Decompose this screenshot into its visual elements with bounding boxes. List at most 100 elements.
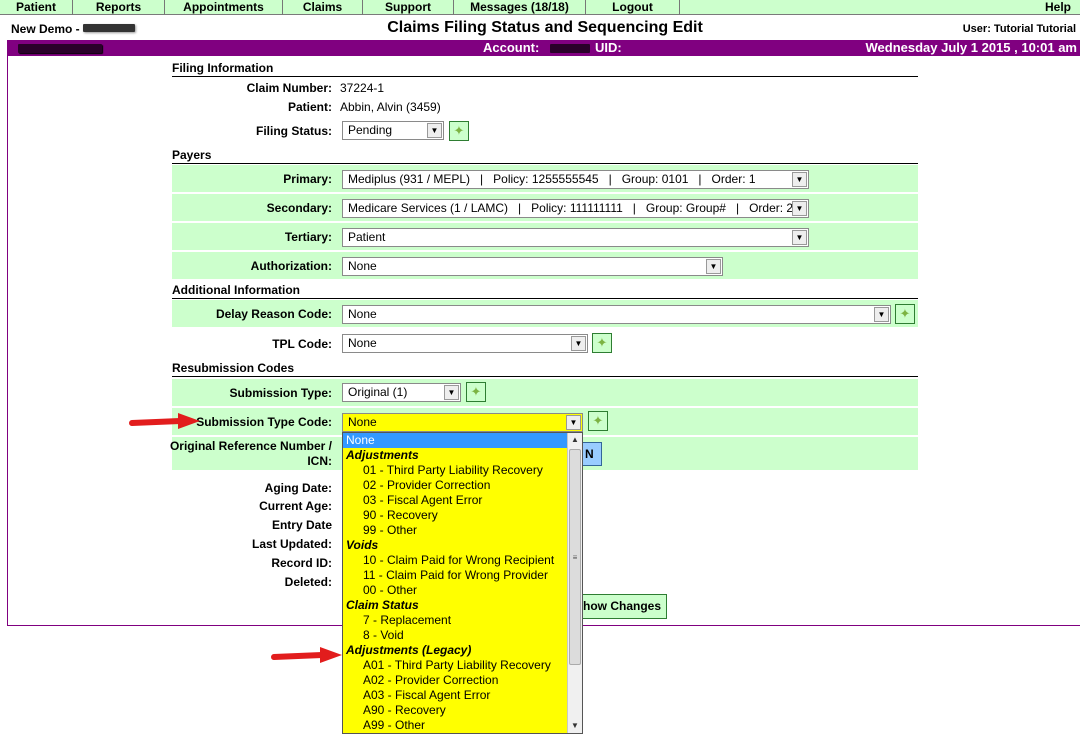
dropdown-group-label: Adjustments: [346, 448, 419, 462]
chevron-down-icon: ▼: [571, 336, 586, 351]
scroll-down-icon[interactable]: ▼: [568, 719, 582, 733]
icn-button[interactable]: N: [582, 442, 602, 466]
scroll-up-icon[interactable]: ▲: [568, 433, 582, 447]
section-resubmission-heading: Resubmission Codes: [172, 358, 918, 377]
filing-status-value: Pending: [348, 123, 393, 137]
chevron-down-icon: ▼: [566, 415, 581, 430]
dropdown-option[interactable]: None: [343, 433, 582, 448]
chevron-down-icon: ▼: [874, 307, 889, 322]
submission-type-code-select[interactable]: None ▼: [342, 413, 583, 432]
dropdown-option[interactable]: 01 - Third Party Liability Recovery: [343, 463, 582, 478]
submission-type-label: Submission Type:: [229, 386, 332, 400]
nav-appointments[interactable]: Appointments: [165, 0, 283, 15]
dropdown-option[interactable]: 11 - Claim Paid for Wrong Provider: [343, 568, 582, 583]
secondary-payer-value: Medicare Services (1 / LAMC) | Policy: 1…: [348, 201, 794, 215]
nav-patient[interactable]: Patient: [0, 0, 73, 15]
tpl-code-select[interactable]: None ▼: [342, 334, 588, 353]
patient-row: Patient: Abbin, Alvin (3459): [172, 93, 918, 120]
delay-reason-label: Delay Reason Code:: [215, 307, 332, 321]
dropdown-option[interactable]: 03 - Fiscal Agent Error: [343, 493, 582, 508]
nav-support[interactable]: Support: [363, 0, 454, 15]
scroll-thumb[interactable]: ≡: [569, 449, 581, 665]
chevron-down-icon: ▼: [427, 123, 442, 138]
filing-status-label: Filing Status:: [256, 124, 332, 138]
dropdown-option[interactable]: A03 - Fiscal Agent Error: [343, 688, 582, 703]
chevron-down-icon: ▼: [444, 385, 459, 400]
last-updated-label: Last Updated:: [251, 537, 332, 551]
lightbulb-icon[interactable]: ✦: [449, 121, 469, 141]
current-age-label: Current Age:: [259, 499, 332, 513]
record-id-label: Record ID:: [271, 556, 332, 570]
red-arrow-icon: [129, 413, 200, 429]
submission-type-row: Submission Type:: [172, 379, 918, 406]
chevron-down-icon: ▼: [792, 201, 807, 216]
dropdown-option[interactable]: 99 - Other: [343, 523, 582, 538]
account-label: Account:: [483, 40, 540, 55]
dropdown-option[interactable]: A01 - Third Party Liability Recovery: [343, 658, 582, 673]
tpl-code-label: TPL Code:: [272, 337, 332, 351]
entry-date-label: Entry Date: [271, 518, 332, 532]
top-nav: Patient Reports Appointments Claims Supp…: [0, 0, 1080, 15]
lightbulb-icon[interactable]: ✦: [466, 382, 486, 402]
filing-status-select[interactable]: Pending ▼: [342, 121, 444, 140]
submission-type-select[interactable]: Original (1) ▼: [342, 383, 461, 402]
deleted-label: Deleted:: [284, 575, 332, 589]
original-reference-label-line2: ICN:: [307, 454, 332, 468]
filing-status-row: Filing Status:: [172, 117, 918, 144]
nav-claims[interactable]: Claims: [283, 0, 363, 15]
submission-type-code-value: None: [348, 415, 377, 429]
section-payers-heading: Payers: [172, 145, 918, 164]
nav-help[interactable]: Help: [680, 0, 1080, 15]
primary-label: Primary:: [283, 172, 332, 186]
primary-payer-select[interactable]: Mediplus (931 / MEPL) | Policy: 12555555…: [342, 170, 809, 189]
dropdown-option[interactable]: 7 - Replacement: [343, 613, 582, 628]
secondary-payer-select[interactable]: Medicare Services (1 / LAMC) | Policy: 1…: [342, 199, 809, 218]
aging-date-label: Aging Date:: [264, 481, 332, 495]
dropdown-scrollbar[interactable]: ▲ ≡ ▼: [567, 433, 582, 733]
chevron-down-icon: ▼: [792, 172, 807, 187]
submission-type-code-label: Submission Type Code:: [196, 415, 332, 429]
dropdown-options: None Adjustments 01 - Third Party Liabilit…: [343, 433, 582, 733]
delay-reason-value: None: [348, 307, 377, 321]
dropdown-option[interactable]: 90 - Recovery: [343, 508, 582, 523]
nav-logout[interactable]: Logout: [586, 0, 680, 15]
delay-reason-select[interactable]: None ▼: [342, 305, 891, 324]
dropdown-option[interactable]: 02 - Provider Correction: [343, 478, 582, 493]
dropdown-group-label: Adjustments (Legacy): [346, 643, 472, 657]
original-reference-label-line1: Original Reference Number /: [169, 439, 332, 453]
user-label: User: Tutorial Tutorial: [962, 23, 1076, 35]
show-changes-button[interactable]: how Changes: [578, 594, 667, 619]
uid-label: UID:: [595, 40, 622, 55]
tertiary-payer-select[interactable]: Patient ▼: [342, 228, 809, 247]
tpl-code-value: None: [348, 336, 377, 350]
dropdown-option[interactable]: 00 - Other: [343, 583, 582, 598]
nav-reports[interactable]: Reports: [73, 0, 165, 15]
submission-type-value: Original (1): [348, 385, 408, 399]
dropdown-option[interactable]: A90 - Recovery: [343, 703, 582, 718]
dropdown-group-label: Claim Status: [346, 598, 419, 612]
lightbulb-icon[interactable]: ✦: [592, 333, 612, 353]
dropdown-option[interactable]: A02 - Provider Correction: [343, 673, 582, 688]
lightbulb-icon[interactable]: ✦: [588, 411, 608, 431]
date-label: Wednesday July 1 2015 , 10:01 am: [865, 40, 1078, 55]
redacted-block: [550, 44, 590, 53]
authorization-label: Authorization:: [250, 259, 332, 273]
authorization-select[interactable]: None ▼: [342, 257, 723, 276]
patient-label: Patient:: [287, 100, 332, 114]
secondary-label: Secondary:: [266, 201, 332, 215]
nav-messages[interactable]: Messages (18/18): [454, 0, 586, 15]
dropdown-option[interactable]: 10 - Claim Paid for Wrong Recipient: [343, 553, 582, 568]
section-additional-heading: Additional Information: [172, 280, 918, 299]
dropdown-option[interactable]: 8 - Void: [343, 628, 582, 643]
redacted-block: [18, 44, 102, 53]
page-header: New Demo - Claims Filing Status and Sequ…: [0, 18, 1080, 40]
tertiary-payer-value: Patient: [348, 230, 386, 244]
original-reference-label: Original Reference Number / ICN:: [170, 439, 332, 469]
authorization-value: None: [348, 259, 377, 273]
red-arrow-icon: [271, 647, 342, 663]
dropdown-option[interactable]: A99 - Other: [343, 718, 582, 733]
lightbulb-icon[interactable]: ✦: [895, 304, 915, 324]
submission-type-code-dropdown[interactable]: None Adjustments 01 - Third Party Liabilit…: [342, 432, 583, 734]
account-bar: Account: UID: Wednesday July 1 2015 , 10…: [7, 40, 1080, 56]
page-title: Claims Filing Status and Sequencing Edit: [387, 19, 703, 36]
